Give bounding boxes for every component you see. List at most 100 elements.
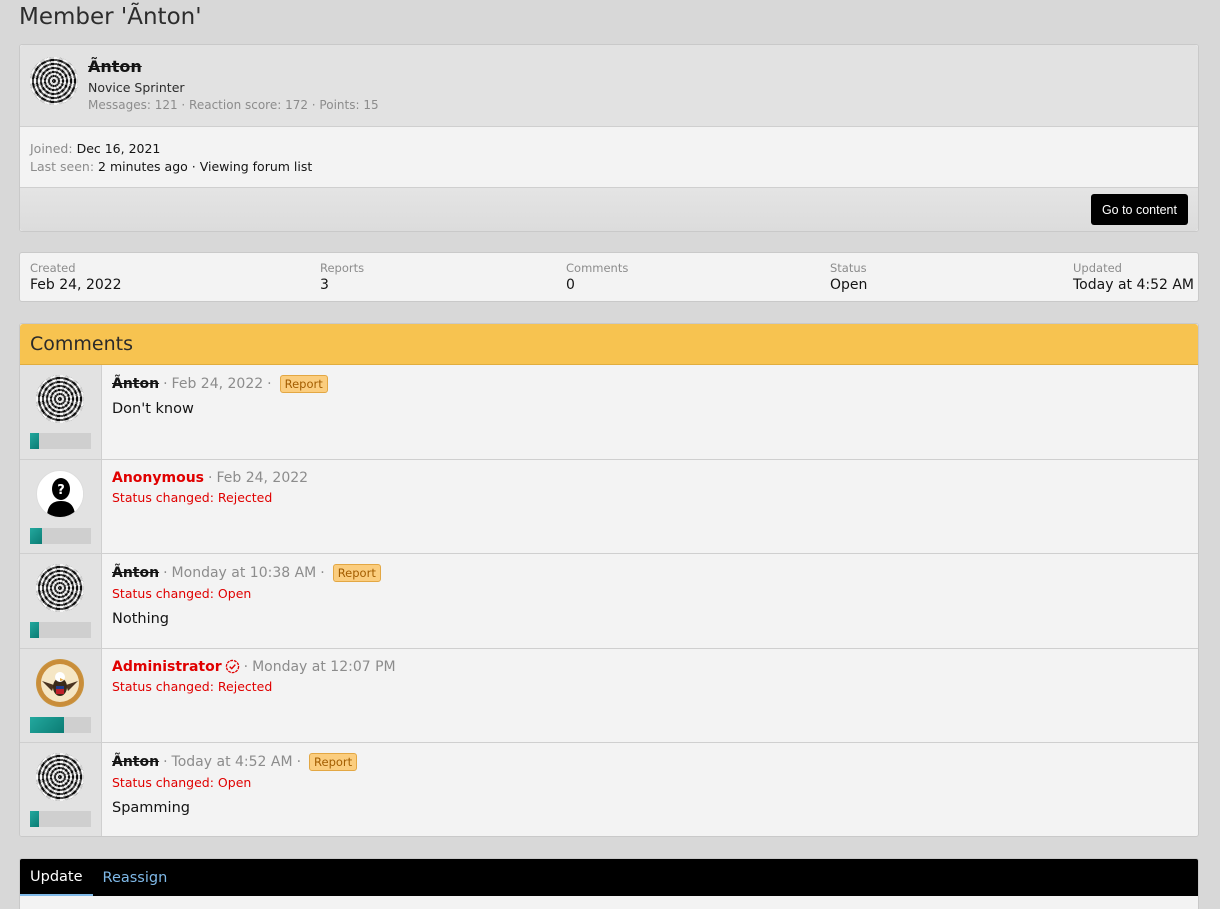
joined-line: Joined: Dec 16, 2021 <box>30 141 160 156</box>
comment-meta: Ãnton · Feb 24, 2022 · Report <box>112 375 1188 393</box>
verified-badge-icon <box>225 659 239 674</box>
member-stats: Messages: 121 · Reaction score: 172 · Po… <box>88 98 379 112</box>
avatar[interactable] <box>36 375 84 423</box>
status-change: Status changed: Open <box>112 586 252 601</box>
comment-author[interactable]: Ãnton <box>112 376 159 392</box>
comment-main: Ãnton · Today at 4:52 AM · Report Status… <box>112 753 1188 816</box>
stat-label: Status <box>830 261 867 275</box>
comment-meta: Anonymous · Feb 24, 2022 <box>112 470 1188 486</box>
avatar[interactable] <box>36 753 84 801</box>
comment-main: Administrator · Monday at 12:07 PM Statu… <box>112 659 1188 694</box>
stat-label: Created <box>30 261 76 275</box>
comment-sidebar <box>20 365 102 459</box>
member-name[interactable]: Ãnton <box>88 57 142 76</box>
admin-avatar[interactable] <box>36 658 84 707</box>
separator: · <box>208 469 213 486</box>
report-badge[interactable]: Report <box>279 375 328 393</box>
comment-sidebar: ? <box>20 459 102 553</box>
comment-body: Don't know <box>112 401 194 417</box>
user-level-fill <box>30 433 40 449</box>
anonymous-avatar[interactable]: ? <box>36 469 84 518</box>
status-change: Status changed: Open <box>112 775 252 790</box>
comment-sidebar <box>20 554 102 648</box>
comment-main: Anonymous · Feb 24, 2022 Status changed:… <box>112 470 1188 505</box>
comment-main: Ãnton · Monday at 10:38 AM · Report Stat… <box>112 564 1188 627</box>
svg-text:?: ? <box>57 483 65 498</box>
comment-meta: Ãnton · Monday at 10:38 AM · Report <box>112 564 1188 582</box>
user-level-bar <box>30 622 91 638</box>
separator: · <box>296 754 302 770</box>
comment-time[interactable]: Today at 4:52 AM <box>172 754 293 770</box>
comment-item: Administrator · Monday at 12:07 PM Statu… <box>20 648 1198 743</box>
comment-item: Ãnton · Today at 4:52 AM · Report Status… <box>20 743 1198 836</box>
user-level-bar <box>30 527 91 544</box>
stat-value: 3 <box>320 277 329 293</box>
last-seen-label: Last seen: <box>30 159 95 174</box>
stat-status: Status Open <box>830 261 867 293</box>
comment-author[interactable]: Ãnton <box>112 565 159 581</box>
last-seen-line: Last seen: 2 minutes ago · Viewing forum… <box>30 159 312 174</box>
comment-time[interactable]: Feb 24, 2022 <box>172 376 264 392</box>
user-level-bar <box>30 433 91 449</box>
stat-value: 0 <box>566 277 575 293</box>
go-to-content-button[interactable]: Go to content <box>1090 194 1188 225</box>
comment-author[interactable]: Ãnton <box>112 754 159 770</box>
user-level-fill <box>30 622 40 638</box>
comment-meta: Administrator · Monday at 12:07 PM <box>112 659 1188 675</box>
stat-value: Open <box>830 277 868 293</box>
separator: · <box>320 565 325 581</box>
stat-reports: Reports 3 <box>320 261 364 293</box>
stat-label: Comments <box>566 261 629 275</box>
comment-author[interactable]: Administrator <box>112 659 222 675</box>
report-badge[interactable]: Report <box>332 564 381 582</box>
joined-label: Joined: <box>30 141 73 156</box>
member-user-title: Novice Sprinter <box>88 80 185 95</box>
tab-reassign[interactable]: Reassign <box>93 859 178 896</box>
comment-author[interactable]: Anonymous <box>112 470 204 486</box>
anonymous-silhouette-icon: ? <box>38 471 83 517</box>
comment-body: Nothing <box>112 611 170 627</box>
comment-meta: Ãnton · Today at 4:52 AM · Report <box>112 753 1188 771</box>
comment-main: Ãnton · Feb 24, 2022 · Report Don't know <box>112 375 1188 417</box>
comment-time[interactable]: Monday at 10:38 AM <box>172 565 317 581</box>
separator: · <box>267 376 272 392</box>
member-info: Joined: Dec 16, 2021 Last seen: 2 minute… <box>20 127 1198 188</box>
stat-label: Updated <box>1073 261 1122 275</box>
tabs-bar: Update Reassign <box>20 859 1198 896</box>
member-avatar[interactable] <box>30 57 78 105</box>
comment-item: Ãnton · Monday at 10:38 AM · Report Stat… <box>20 554 1198 649</box>
status-change: Status changed: Rejected <box>112 678 273 694</box>
stat-created: Created Feb 24, 2022 <box>30 261 122 293</box>
eagle-seal-icon <box>37 659 83 706</box>
last-seen-value: 2 minutes ago · Viewing forum list <box>98 159 313 174</box>
comment-time[interactable]: Monday at 12:07 PM <box>252 659 396 675</box>
comment-item: ? Anonymous · Feb 24, 2022 Status change… <box>20 459 1198 554</box>
user-level-bar <box>30 716 91 733</box>
separator: · <box>163 565 168 581</box>
comments-section: Comments Ãnton · Feb 24, 2022 · Report D… <box>19 323 1199 837</box>
separator: · <box>163 754 168 770</box>
user-level-bar <box>30 811 91 827</box>
page-title: Member 'Ãnton' <box>19 4 202 30</box>
stat-value: Today at 4:52 AM <box>1073 277 1195 293</box>
stat-label: Reports <box>320 261 365 275</box>
update-panel: Update Reassign <box>19 858 1199 909</box>
comment-body: Spamming <box>112 800 190 816</box>
member-card: Ãnton Novice Sprinter Messages: 121 · Re… <box>19 44 1199 232</box>
member-header: Ãnton Novice Sprinter Messages: 121 · Re… <box>20 45 1198 127</box>
stat-value: Feb 24, 2022 <box>30 277 122 293</box>
report-stats: Created Feb 24, 2022 Reports 3 Comments … <box>19 252 1199 302</box>
comment-time[interactable]: Feb 24, 2022 <box>216 470 308 486</box>
status-change: Status changed: Rejected <box>112 489 273 505</box>
user-level-fill <box>30 527 43 544</box>
stat-updated: Updated Today at 4:52 AM <box>1073 261 1194 293</box>
tab-update[interactable]: Update <box>20 859 93 896</box>
member-footer: Go to content <box>20 188 1198 231</box>
separator: · <box>243 658 249 675</box>
comment-item: Ãnton · Feb 24, 2022 · Report Don't know <box>20 365 1198 460</box>
separator: · <box>163 376 168 392</box>
avatar[interactable] <box>36 564 84 612</box>
comment-sidebar <box>20 743 102 836</box>
stat-comments: Comments 0 <box>566 261 628 293</box>
report-badge[interactable]: Report <box>309 753 358 771</box>
